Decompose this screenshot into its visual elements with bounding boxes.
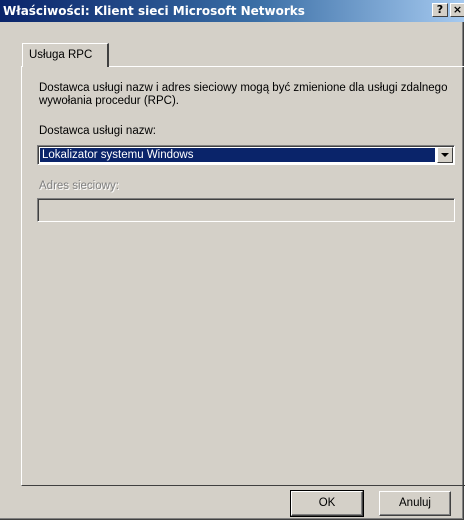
address-input [37, 198, 455, 222]
ok-button[interactable]: OK [290, 490, 364, 517]
provider-select[interactable]: Lokalizator systemu Windows [37, 145, 455, 165]
close-button[interactable]: × [450, 3, 464, 17]
help-icon: ? [436, 3, 444, 16]
title-bar[interactable]: Właściwości: Klient sieci Microsoft Netw… [0, 0, 464, 22]
tab-label: Usługa RPC [29, 49, 93, 61]
provider-selected-value: Lokalizator systemu Windows [40, 148, 435, 162]
window-title: Właściwości: Klient sieci Microsoft Netw… [3, 4, 305, 18]
tab-rpc-service[interactable]: Usługa RPC [22, 43, 109, 67]
address-label: Adres sieciowy: [39, 180, 119, 192]
cancel-button[interactable]: Anuluj [379, 491, 451, 516]
chevron-down-icon[interactable] [437, 147, 453, 163]
description-text: Dostawca usługi nazw i adres sieciowy mo… [39, 82, 448, 107]
close-icon: × [452, 3, 463, 16]
provider-label: Dostawca usługi nazw: [39, 125, 156, 137]
help-button[interactable]: ? [432, 3, 448, 17]
dialog-window: Właściwości: Klient sieci Microsoft Netw… [0, 0, 465, 520]
